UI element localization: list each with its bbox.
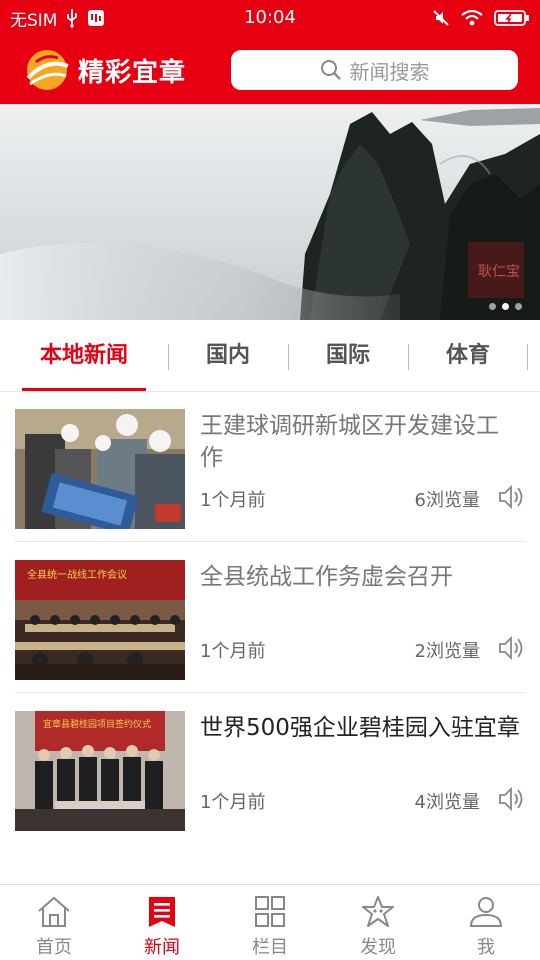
home-icon	[38, 896, 70, 927]
news-thumbnail-caption: 全县统一战线工作会议	[27, 568, 127, 581]
tab-international[interactable]: 国际	[300, 320, 396, 392]
tab-sports[interactable]: 体育	[420, 320, 516, 392]
news-thumbnail-caption: 宜章县碧桂园项目签约仪式	[43, 718, 151, 730]
news-item-1[interactable]: 王建球调研新城区开发建设工作 1个月前 6浏览量	[0, 392, 540, 542]
search-icon	[320, 60, 341, 80]
search-placeholder: 新闻搜索	[349, 59, 430, 84]
news-views: 4浏览量	[414, 792, 480, 813]
tab-divider	[408, 344, 409, 370]
nav-label: 栏目	[252, 937, 288, 958]
bottom-nav: 首页 新闻 栏目 发现 我	[0, 884, 540, 960]
news-item-2[interactable]: 全县统一战线工作会议 全县统战工作务虚会召开 1个月前 2浏览量	[0, 543, 540, 693]
banner-carousel[interactable]: 耿仁宝	[0, 104, 540, 320]
nav-label: 首页	[36, 937, 72, 958]
news-thumbnail-image	[15, 409, 185, 529]
tab-divider	[527, 344, 528, 370]
tab-divider	[288, 344, 289, 370]
nav-item-news[interactable]: 新闻	[108, 885, 216, 960]
nav-item-discover[interactable]: 发现	[324, 885, 432, 960]
tab-domestic[interactable]: 国内	[180, 320, 276, 392]
wifi-icon	[461, 9, 483, 26]
news-thumbnail: 宜章县碧桂园项目签约仪式	[15, 711, 185, 831]
nav-item-columns[interactable]: 栏目	[216, 885, 324, 960]
news-item-3[interactable]: 宜章县碧桂园项目签约仪式 世界500强企业碧桂园入驻宜章 1个月前 4浏览量	[0, 694, 540, 844]
search-input[interactable]: 新闻搜索	[231, 50, 518, 90]
nav-item-me[interactable]: 我	[432, 885, 540, 960]
banner-dot-2[interactable]	[502, 303, 509, 310]
status-bar: 无SIM 10:04	[0, 0, 540, 36]
nav-label: 我	[477, 937, 495, 958]
mute-icon	[433, 10, 449, 26]
news-title[interactable]: 世界500强企业碧桂园入驻宜章	[200, 712, 520, 744]
banner-dot-1[interactable]	[489, 303, 496, 310]
app-title: 精彩宜章	[78, 58, 187, 88]
news-icon	[149, 897, 175, 927]
news-thumbnail	[15, 409, 185, 529]
app-logo-icon	[26, 50, 69, 90]
news-title[interactable]: 全县统战工作务虚会召开	[200, 561, 520, 593]
tab-active-indicator	[22, 388, 146, 391]
tab-local-news[interactable]: 本地新闻	[22, 320, 146, 392]
banner-dot-3[interactable]	[515, 303, 522, 310]
news-time: 1个月前	[200, 490, 266, 511]
nav-label: 新闻	[144, 937, 180, 958]
news-title[interactable]: 王建球调研新城区开发建设工作	[200, 410, 520, 474]
news-thumbnail-image: 全县统一战线工作会议	[15, 560, 185, 680]
nav-label: 发现	[360, 937, 396, 958]
news-views: 6浏览量	[414, 490, 480, 511]
news-time: 1个月前	[200, 792, 266, 813]
banner-stamp: 耿仁宝	[478, 264, 520, 280]
category-tabs: 本地新闻 国内 国际 体育	[0, 320, 540, 392]
banner-image: 耿仁宝	[0, 104, 540, 320]
news-views: 2浏览量	[414, 641, 480, 662]
news-thumbnail: 全县统一战线工作会议	[15, 560, 185, 680]
list-divider	[15, 692, 525, 693]
news-time: 1个月前	[200, 641, 266, 662]
battery-icon	[494, 10, 529, 26]
speaker-icon[interactable]	[496, 784, 526, 814]
app-header: 精彩宜章 新闻搜索	[0, 36, 540, 104]
list-divider	[15, 541, 525, 542]
status-right	[432, 0, 530, 36]
speaker-icon[interactable]	[496, 633, 526, 663]
news-thumbnail-image: 宜章县碧桂园项目签约仪式	[15, 711, 185, 831]
user-icon	[469, 897, 503, 927]
star-icon	[362, 896, 394, 927]
banner-dots	[489, 303, 522, 310]
nav-item-home[interactable]: 首页	[0, 885, 108, 960]
grid-icon	[255, 896, 285, 927]
speaker-icon[interactable]	[496, 482, 526, 512]
tab-divider	[168, 344, 169, 370]
